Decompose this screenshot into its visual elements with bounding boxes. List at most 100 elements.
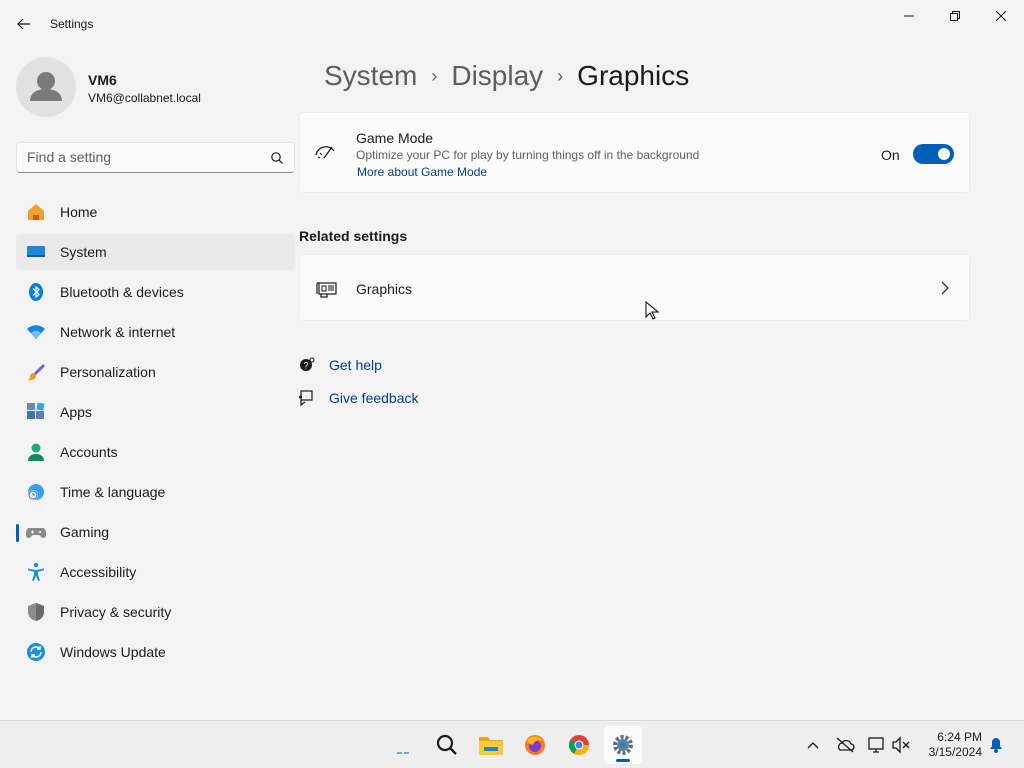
game-mode-title: Game Mode bbox=[356, 130, 434, 146]
sidebar-item-network[interactable]: Network & internet bbox=[16, 314, 295, 350]
accounts-icon bbox=[28, 443, 44, 461]
bell-icon bbox=[990, 738, 1002, 753]
sidebar-item-bluetooth[interactable]: Bluetooth & devices bbox=[16, 274, 295, 310]
svg-text:?: ? bbox=[303, 361, 308, 371]
page-title: Graphics bbox=[577, 60, 690, 91]
feedback-icon bbox=[299, 390, 313, 407]
sidebar-item-label: Gaming bbox=[60, 524, 110, 540]
minimize-icon bbox=[904, 15, 914, 17]
graphics-settings-label: Graphics bbox=[356, 281, 413, 297]
get-help-link[interactable]: ? Get help bbox=[298, 355, 382, 375]
search-input[interactable] bbox=[27, 149, 257, 165]
sidebar-item-accounts[interactable]: Accounts bbox=[16, 434, 295, 470]
firefox-icon bbox=[525, 735, 545, 755]
sidebar-item-personalization[interactable]: Personalization bbox=[16, 354, 295, 390]
home-icon bbox=[28, 204, 44, 220]
breadcrumb-system[interactable]: System bbox=[324, 60, 417, 92]
apps-icon bbox=[27, 402, 45, 419]
sidebar-item-accessibility[interactable]: Accessibility bbox=[16, 554, 295, 590]
tray-volume[interactable] bbox=[891, 735, 911, 755]
sidebar-item-label: Personalization bbox=[60, 364, 156, 380]
clock-date: 3/15/2024 bbox=[928, 745, 982, 759]
app-title: Settings bbox=[50, 17, 94, 31]
search-icon bbox=[436, 734, 457, 755]
game-mode-icon bbox=[315, 146, 335, 159]
back-arrow-icon bbox=[17, 18, 30, 30]
game-mode-state-label: On bbox=[881, 147, 900, 163]
sidebar-item-label: Privacy & security bbox=[60, 604, 172, 620]
tray-network[interactable] bbox=[867, 735, 887, 755]
game-mode-toggle[interactable] bbox=[913, 144, 954, 164]
restore-icon bbox=[950, 11, 960, 21]
wifi-icon bbox=[27, 325, 45, 339]
taskbar-clock[interactable]: 6:24 PM 3/15/2024 bbox=[922, 730, 982, 760]
give-feedback-link[interactable]: Give feedback bbox=[298, 388, 419, 408]
graphics-card-icon bbox=[316, 282, 337, 298]
sidebar-item-label: Home bbox=[60, 204, 98, 220]
taskbar-file-explorer[interactable] bbox=[472, 726, 510, 764]
sidebar-item-label: Apps bbox=[60, 404, 92, 420]
minimize-button[interactable] bbox=[886, 0, 932, 32]
help-icon: ? bbox=[300, 357, 315, 371]
sidebar-item-label: Accounts bbox=[60, 444, 118, 460]
maximize-button[interactable] bbox=[932, 0, 978, 32]
widgets-icon bbox=[397, 752, 409, 754]
sidebar-item-apps[interactable]: Apps bbox=[16, 394, 295, 430]
search-box[interactable] bbox=[16, 142, 295, 173]
sidebar-item-label: Accessibility bbox=[60, 564, 137, 580]
sidebar-item-gaming[interactable]: Gaming bbox=[16, 514, 295, 550]
graphics-settings-card[interactable]: Graphics bbox=[299, 254, 970, 321]
mouse-cursor-icon bbox=[645, 301, 659, 320]
close-icon bbox=[996, 11, 1006, 21]
sidebar-item-label: Bluetooth & devices bbox=[60, 284, 184, 300]
sidebar-nav: Home System Bluetooth & devices Network … bbox=[16, 194, 295, 674]
taskbar-search-button[interactable] bbox=[428, 726, 466, 764]
sidebar-item-label: System bbox=[60, 244, 107, 260]
search-icon[interactable] bbox=[270, 151, 284, 165]
related-settings-heading: Related settings bbox=[299, 228, 408, 244]
sidebar-item-system[interactable]: System bbox=[16, 234, 295, 270]
sidebar-item-privacy[interactable]: Privacy & security bbox=[16, 594, 295, 630]
sidebar-item-home[interactable]: Home bbox=[16, 194, 295, 230]
profile-email: VM6@collabnet.local bbox=[88, 91, 201, 105]
close-button[interactable] bbox=[978, 0, 1024, 32]
network-icon bbox=[868, 737, 884, 753]
taskbar: 6:24 PM 3/15/2024 bbox=[0, 720, 1024, 768]
tray-onedrive[interactable] bbox=[835, 735, 855, 755]
give-feedback-label: Give feedback bbox=[329, 390, 419, 406]
breadcrumb-chevron-icon: › bbox=[431, 65, 438, 86]
notifications-button[interactable] bbox=[986, 735, 1006, 755]
volume-muted-icon bbox=[892, 736, 910, 754]
taskbar-settings[interactable] bbox=[604, 726, 642, 764]
avatar[interactable] bbox=[16, 57, 76, 117]
gear-icon bbox=[613, 735, 633, 755]
sidebar-item-time-language[interactable]: Time & language bbox=[16, 474, 295, 510]
sidebar-item-label: Time & language bbox=[60, 484, 166, 500]
globe-clock-icon bbox=[28, 484, 44, 500]
taskbar-chrome[interactable] bbox=[560, 726, 598, 764]
game-mode-description: Optimize your PC for play by turning thi… bbox=[356, 148, 700, 162]
profile-name: VM6 bbox=[88, 72, 117, 88]
accessibility-icon bbox=[28, 562, 44, 581]
brush-icon bbox=[27, 364, 45, 381]
user-icon bbox=[30, 72, 62, 101]
get-help-label: Get help bbox=[329, 357, 382, 373]
taskbar-firefox[interactable] bbox=[516, 726, 554, 764]
game-mode-card: Game Mode Optimize your PC for play by t… bbox=[299, 112, 970, 193]
gamepad-icon bbox=[26, 528, 46, 538]
widgets-button[interactable] bbox=[384, 726, 422, 764]
breadcrumb-display[interactable]: Display bbox=[451, 60, 543, 92]
breadcrumb-chevron-icon: › bbox=[557, 65, 564, 86]
update-icon bbox=[27, 643, 45, 661]
bluetooth-icon bbox=[29, 283, 43, 301]
tray-overflow-button[interactable] bbox=[803, 735, 823, 755]
system-icon bbox=[27, 246, 45, 257]
chrome-icon bbox=[568, 735, 590, 756]
game-mode-learn-more-link[interactable]: More about Game Mode bbox=[357, 165, 487, 179]
toggle-knob bbox=[938, 148, 950, 160]
title-bar: Settings bbox=[0, 0, 1024, 48]
back-button[interactable] bbox=[8, 10, 40, 38]
chevron-up-icon bbox=[807, 742, 819, 749]
sidebar-item-windows-update[interactable]: Windows Update bbox=[16, 634, 295, 670]
cloud-offline-icon bbox=[836, 737, 855, 753]
